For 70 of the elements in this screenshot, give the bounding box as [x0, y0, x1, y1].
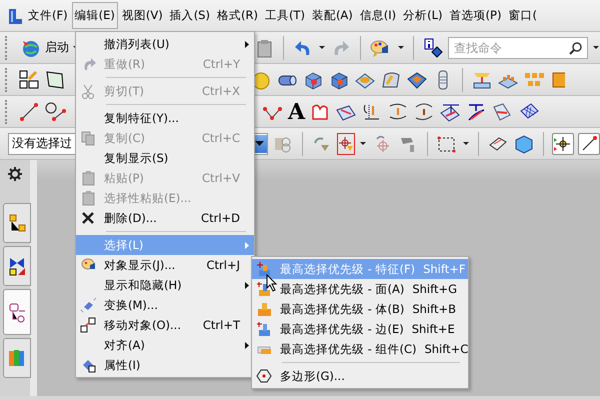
edge-priority-icon: [256, 321, 272, 337]
menu-item[interactable]: 属性(I): [76, 355, 254, 375]
menu-item[interactable]: 对象显示(J)... Ctrl+J: [76, 255, 254, 275]
part-navigator-icon[interactable]: [18, 68, 40, 90]
part-navigator-tab[interactable]: [3, 289, 31, 335]
menubar-item[interactable]: 文件(F): [25, 2, 71, 29]
search-field[interactable]: 查找命令: [448, 36, 588, 58]
menu-item[interactable]: 显示和隐藏(H): [76, 275, 254, 295]
menu-item[interactable]: 复制特征(Y)...: [76, 108, 254, 128]
crosshair-icon: [338, 136, 354, 152]
circle-line-icon[interactable]: [44, 100, 66, 122]
move-squares-icon: [80, 317, 96, 333]
menu-item[interactable]: 对齐(A): [76, 335, 254, 355]
menubar-item[interactable]: 视图(V): [118, 2, 166, 29]
sew-surface-icon[interactable]: [491, 100, 514, 122]
line-snap-button[interactable]: [578, 132, 600, 154]
clipboard-icon: [80, 190, 96, 206]
text-tool[interactable]: A: [288, 100, 306, 122]
submenu-arrow-icon: [244, 240, 250, 250]
dropdown-caret-icon: [254, 139, 265, 148]
menubar-item[interactable]: 工具(T): [262, 2, 308, 29]
select-filter-icon[interactable]: [336, 132, 356, 154]
transform-icon: [80, 297, 96, 313]
menubar-item[interactable]: 首选项(P): [446, 2, 504, 29]
clipboard-icon: [80, 170, 96, 186]
menu-item[interactable]: 撤消列表(U): [76, 34, 254, 54]
submenu-arrow-icon: [244, 340, 250, 350]
menu-item[interactable]: 复制显示(S): [76, 148, 254, 168]
menubar-item[interactable]: 窗口(: [505, 2, 540, 29]
toolbar-grip[interactable]: [5, 36, 10, 60]
books-icon: [7, 347, 27, 369]
snap-point-button[interactable]: [552, 132, 574, 154]
scissors-icon: [80, 83, 96, 99]
menu-item[interactable]: 删除(D)... Ctrl+D: [76, 208, 254, 228]
copy-icon: [80, 130, 96, 146]
body-priority-icon: [256, 301, 272, 317]
menu-item[interactable]: 变换(M)...: [76, 295, 254, 315]
menu-item[interactable]: 最高选择优先级 - 组件(C) Shift+C: [252, 339, 468, 359]
cube-view-icon[interactable]: [513, 132, 536, 154]
delete-x-icon: [80, 210, 96, 226]
constraint-icon: [7, 255, 27, 277]
menu-item[interactable]: 最高选择优先级 - 边(E) Shift+E: [252, 319, 468, 339]
toolbar-grip[interactable]: [5, 100, 10, 124]
mouse-cursor-icon: [266, 274, 278, 292]
line-icon[interactable]: [18, 100, 40, 122]
menubar-item[interactable]: 装配(A): [308, 2, 356, 29]
menubar-item[interactable]: 编辑(E): [72, 2, 118, 29]
toolbar-grip[interactable]: [5, 68, 10, 92]
submenu-arrow-icon: [244, 280, 250, 290]
menubar-item[interactable]: 插入(S): [166, 2, 213, 29]
menu-item[interactable]: 多边形(G)...: [252, 366, 468, 386]
submenu-arrow-icon: [244, 40, 250, 48]
gear-icon[interactable]: [7, 166, 23, 182]
menubar-item[interactable]: 格式(R): [214, 2, 261, 29]
menubar-item[interactable]: 信息(I): [356, 2, 400, 29]
plane-icon[interactable]: [44, 68, 66, 90]
menu-item[interactable]: 最高选择优先级 - 面(A) Shift+G: [252, 279, 468, 299]
feature-priority-icon: [256, 261, 272, 277]
part-tree-icon: [7, 301, 27, 323]
assembly-tree-icon: [7, 212, 27, 234]
menubar-item[interactable]: 分析(L): [400, 2, 446, 29]
face-priority-icon: [256, 281, 272, 297]
info-icon[interactable]: [422, 36, 444, 58]
menu-item[interactable]: 最高选择优先级 - 体(B) Shift+B: [252, 299, 468, 319]
history-tab[interactable]: [3, 338, 31, 378]
constraint-navigator-tab[interactable]: [3, 246, 31, 286]
menu-item[interactable]: 移动对象(O)... Ctrl+T: [76, 315, 254, 335]
search-icon: [568, 40, 582, 56]
polygon-icon: [256, 368, 272, 384]
assembly-navigator-tab[interactable]: [3, 203, 31, 243]
